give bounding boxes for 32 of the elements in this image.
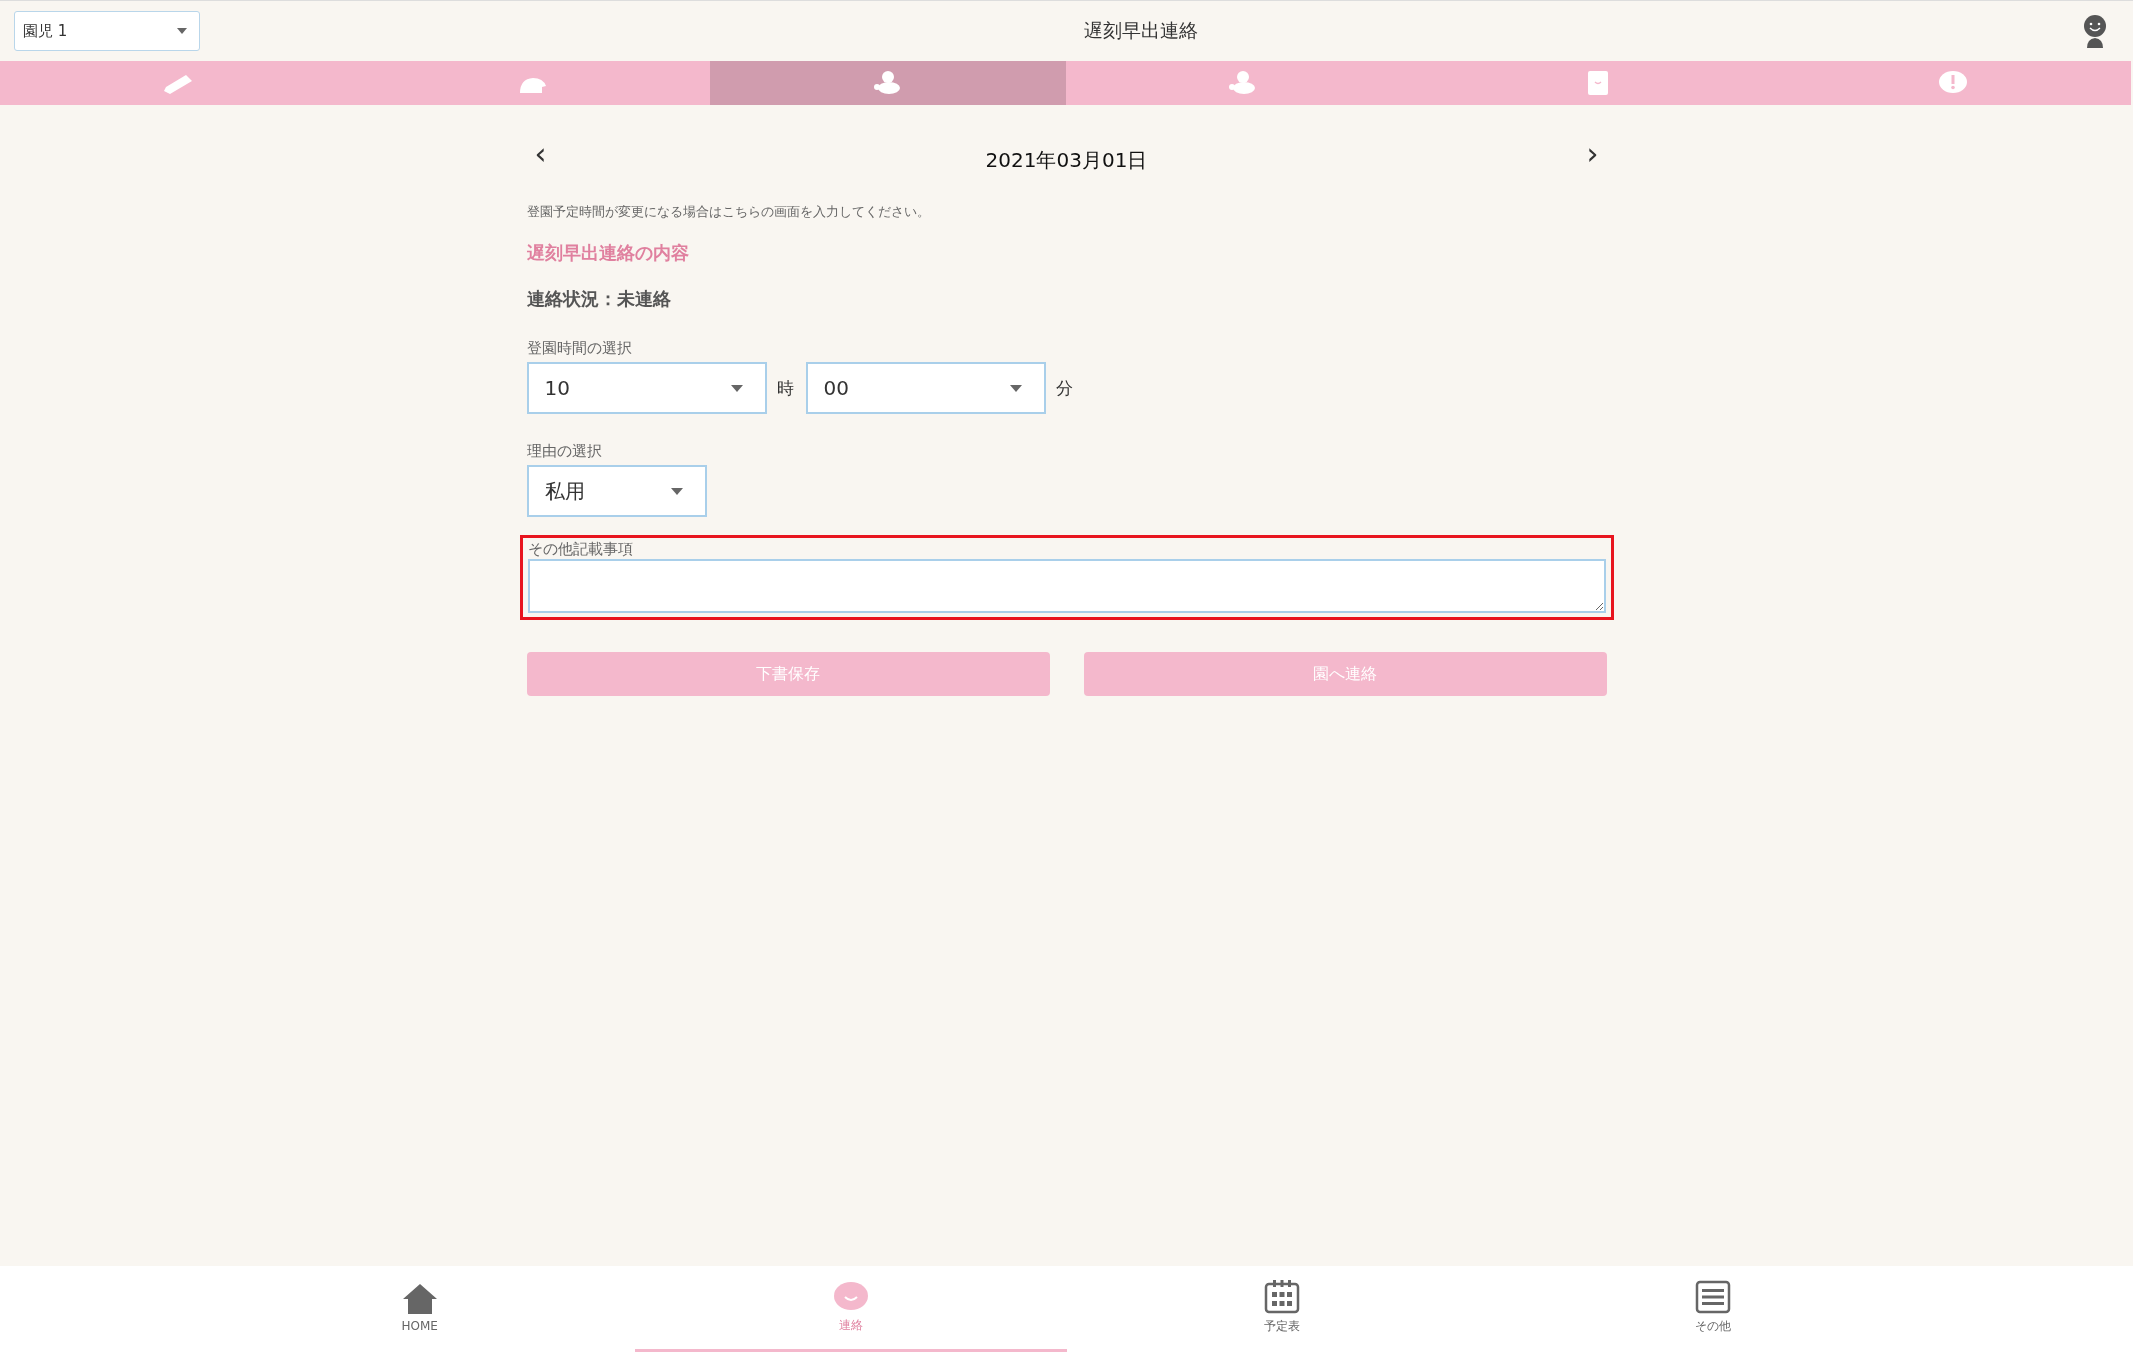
home-icon [401,1282,438,1315]
notebook-icon [1586,70,1611,96]
caret-icon [1009,384,1022,392]
tab[interactable] [710,61,1066,105]
bottom-nav-item[interactable]: 予定表 [1066,1266,1498,1352]
bottom-nav-item[interactable]: その他 [1497,1266,1929,1352]
child-select[interactable]: 園児 1 [14,11,200,51]
calendar-icon [1264,1280,1301,1314]
section-heading: 遅刻早出連絡の内容 [526,241,690,265]
hour-select[interactable]: 10 [526,362,767,414]
date-label: 2021年03月01日 [985,146,1148,174]
reason-select[interactable]: 私用 [526,465,707,517]
menu-icon [1695,1280,1732,1314]
chat-icon [832,1281,869,1313]
next-day-button[interactable]: › [1578,139,1607,169]
unit-label: 分 [1055,376,1073,400]
unit-label: 時 [776,376,794,400]
avatar-icon[interactable] [2081,14,2109,48]
previous-day-button[interactable]: ‹ [526,139,555,169]
field-label: 登園時間の選択 [526,339,633,358]
description-text: 登園予定時間が変更になる場合はこちらの画面を入力してください。 [526,203,931,221]
field-label: その他記載事項 [527,540,634,559]
field-label: 理由の選択 [526,442,603,461]
page-title: 遅刻早出連絡 [1082,18,1199,43]
bottom-nav-item[interactable]: HOME [204,1266,636,1352]
minute-select[interactable]: 00 [805,362,1046,414]
caret-icon [177,28,187,34]
caret-icon [670,487,683,495]
caret-icon [730,384,743,392]
contact-status: 連絡状況：未連絡 [526,287,672,311]
notes-textarea[interactable] [527,559,1606,613]
alert-icon [1937,70,1970,96]
